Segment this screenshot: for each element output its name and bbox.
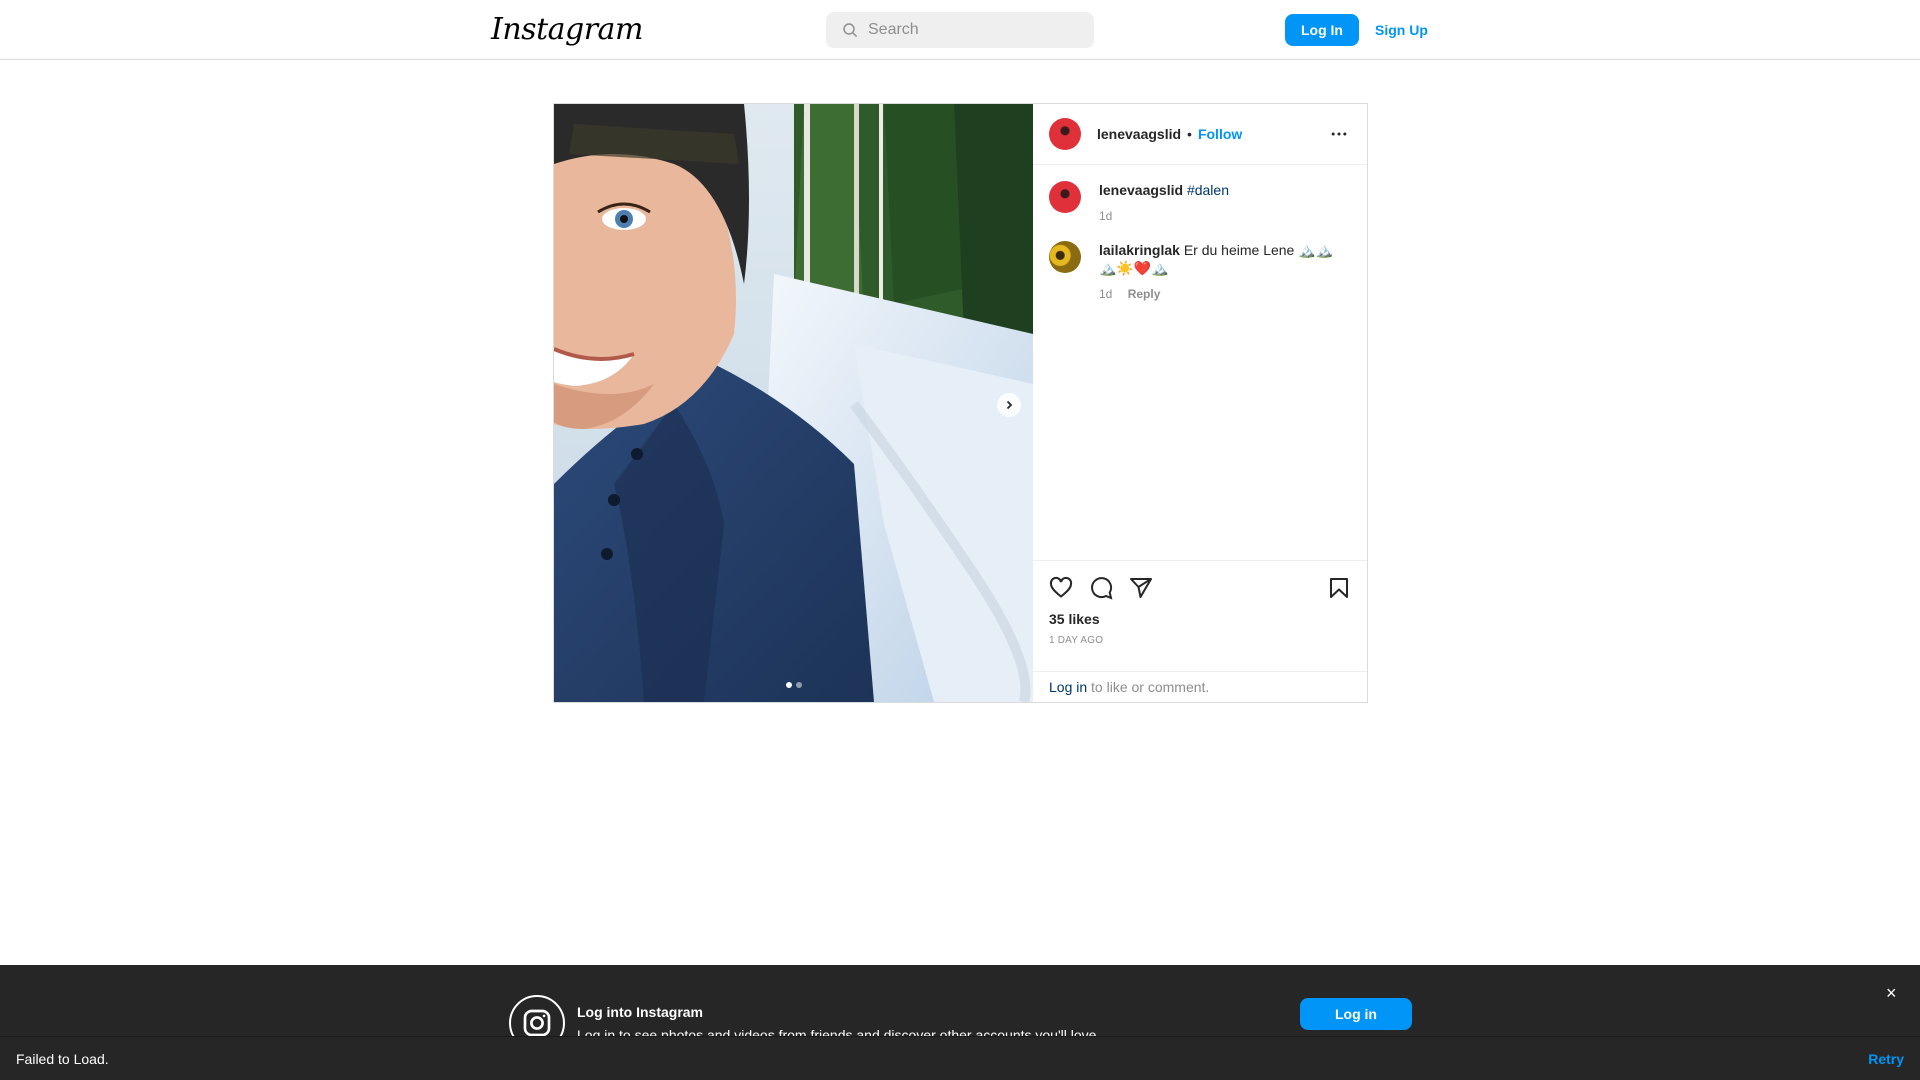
author-avatar[interactable] (1049, 118, 1081, 150)
commenter-avatar[interactable] (1049, 241, 1081, 273)
likes-count[interactable]: 35 likes (1049, 611, 1351, 627)
more-options-button[interactable] (1327, 122, 1351, 146)
reply-button[interactable]: Reply (1128, 287, 1161, 301)
signup-button[interactable]: Sign Up (1365, 14, 1438, 46)
more-horizontal-icon (1331, 132, 1347, 136)
follow-button[interactable]: Follow (1198, 126, 1242, 142)
post-sidebar: lenevaagslid • Follow lenevaagslid #dale… (1033, 104, 1367, 702)
caption-username[interactable]: lenevaagslid (1099, 182, 1183, 198)
author-username[interactable]: lenevaagslid (1097, 126, 1181, 142)
login-prompt: Log in to like or comment. (1033, 671, 1367, 702)
paper-plane-icon[interactable] (1129, 576, 1153, 600)
caption-time[interactable]: 1d (1099, 209, 1112, 223)
search-input[interactable] (868, 21, 1088, 39)
carousel-indicator (786, 682, 802, 688)
login-prompt-text: to like or comment. (1087, 679, 1210, 695)
instagram-logo[interactable]: Instagram (491, 12, 643, 47)
carousel-next-button[interactable] (997, 393, 1021, 417)
comment-item: lailakringlak Er du heime Lene 🏔️🏔️🏔️☀️❤… (1049, 241, 1351, 303)
chevron-right-icon (1006, 400, 1013, 410)
error-toast: Failed to Load. Retry (0, 1036, 1920, 1080)
retry-button[interactable]: Retry (1868, 1051, 1904, 1067)
post-actions: 35 likes 1 DAY AGO (1033, 560, 1367, 646)
caption-hashtag[interactable]: #dalen (1187, 182, 1229, 198)
post-photo (554, 104, 1033, 702)
bookmark-icon[interactable] (1327, 576, 1351, 600)
carousel-dot (796, 682, 802, 688)
toast-message: Failed to Load. (16, 1050, 109, 1067)
banner-title: Log into Instagram (577, 1004, 703, 1020)
post-card: lenevaagslid • Follow lenevaagslid #dale… (553, 103, 1368, 703)
post-header: lenevaagslid • Follow (1033, 104, 1367, 165)
post-timestamp: 1 DAY AGO (1049, 635, 1104, 646)
comment-time[interactable]: 1d (1099, 287, 1112, 301)
post-media[interactable] (554, 104, 1033, 702)
search-icon (843, 23, 858, 38)
header-separator: • (1187, 126, 1192, 142)
login-button[interactable]: Log In (1285, 14, 1359, 46)
banner-login-button[interactable]: Log in (1300, 998, 1412, 1030)
commenter-username[interactable]: lailakringlak (1099, 242, 1180, 258)
caption-item: lenevaagslid #dalen 1d (1049, 181, 1351, 225)
carousel-dot (786, 682, 792, 688)
heart-icon[interactable] (1049, 576, 1073, 600)
login-link[interactable]: Log in (1049, 679, 1087, 695)
close-icon[interactable]: × (1886, 983, 1897, 1004)
comments-list: lenevaagslid #dalen 1d lailakringlak Er … (1033, 165, 1367, 565)
comment-bubble-icon[interactable] (1089, 576, 1113, 600)
top-navigation: Instagram Log In Sign Up (0, 0, 1920, 60)
caption-avatar[interactable] (1049, 181, 1081, 213)
search-box[interactable] (826, 12, 1094, 48)
